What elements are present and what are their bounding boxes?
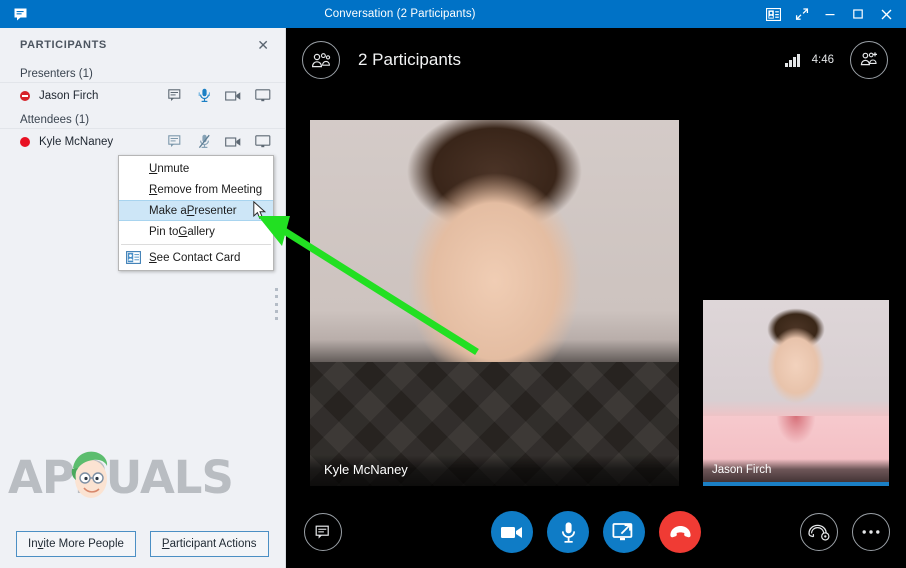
thumbnail-video-name-label: Jason Firch [703, 459, 889, 482]
participants-panel-header: PARTICIPANTS ✕ [0, 28, 285, 62]
close-icon[interactable] [872, 0, 900, 28]
skype-for-business-conversation-window: Conversation (2 Participants) PARTICIPAN… [0, 0, 906, 568]
menu-separator [121, 244, 271, 245]
menu-label-mnemonic: G [178, 225, 188, 238]
handle-dot [274, 309, 278, 313]
menu-label-post: allery [187, 225, 215, 238]
call-devices-icon[interactable] [800, 513, 838, 551]
menu-label-post: emove from Meeting [157, 183, 263, 196]
window-controls [758, 0, 906, 28]
panel-resize-handle[interactable] [272, 286, 280, 322]
participant-actions [167, 134, 271, 149]
invite-label-post: ite More People [43, 538, 124, 550]
callbar-right [800, 513, 890, 551]
video-feed-image [310, 120, 679, 486]
main-video-name-label: Kyle McNaney [310, 455, 679, 486]
participant-actions-button[interactable]: Participant Actions [149, 531, 269, 557]
participants-sidebar: PARTICIPANTS ✕ Presenters (1) Jason Firc… [0, 28, 286, 568]
main-video-tile[interactable]: Kyle McNaney [310, 120, 679, 486]
im-icon[interactable] [167, 134, 184, 149]
sidebar-footer: Invite More People Participant Actions [0, 520, 285, 568]
call-controls-bar [286, 496, 906, 568]
participant-row-kyle-mcnaney[interactable]: Kyle McNaney [0, 128, 285, 154]
im-icon[interactable] [167, 88, 184, 103]
minimize-icon[interactable] [816, 0, 844, 28]
menu-label-mnemonic: U [149, 162, 158, 175]
handle-dot [274, 317, 278, 320]
actions-label-mnemonic: P [161, 538, 170, 550]
end-call-icon[interactable] [659, 511, 701, 553]
video-icon[interactable] [225, 134, 242, 149]
page-title: PARTICIPANTS [20, 39, 107, 51]
dock-contact-card-icon[interactable] [758, 0, 788, 28]
menu-label-post: resenter [194, 204, 237, 217]
video-camera-icon[interactable] [491, 511, 533, 553]
presence-indicator-busy [20, 90, 30, 101]
signal-strength-icon [785, 53, 800, 67]
mic-muted-icon[interactable] [196, 134, 213, 149]
menu-item-remove-from-meeting[interactable]: Remove from Meeting [119, 179, 273, 200]
window-title-bar: Conversation (2 Participants) [0, 0, 906, 28]
menu-item-unmute[interactable]: Unmute [119, 158, 273, 179]
watermark-text: APPUALS [8, 451, 234, 504]
participant-name: Kyle McNaney [39, 135, 114, 148]
share-screen-icon[interactable] [254, 88, 271, 103]
menu-label-post: ee Contact Card [156, 251, 241, 264]
handle-dot [274, 288, 278, 291]
menu-label-mnemonic: S [149, 251, 157, 264]
handle-dot [274, 295, 278, 299]
video-feed-image [703, 300, 889, 482]
microphone-icon[interactable] [547, 511, 589, 553]
full-screen-icon[interactable] [788, 0, 816, 28]
menu-label-post: nmute [157, 162, 190, 175]
actions-label-post: articipant Actions [169, 538, 257, 550]
participant-row-jason-firch[interactable]: Jason Firch [0, 82, 285, 108]
video-icon[interactable] [225, 88, 242, 103]
participants-icon[interactable] [302, 41, 340, 79]
stage-title: 2 Participants [358, 50, 461, 69]
mic-on-icon[interactable] [196, 88, 213, 103]
present-screen-icon[interactable] [603, 511, 645, 553]
maximize-icon[interactable] [844, 0, 872, 28]
group-label-attendees: Attendees (1) [20, 114, 90, 126]
menu-label-mnemonic: R [149, 183, 158, 196]
more-options-icon[interactable] [852, 513, 890, 551]
menu-label-pre: Pin to [149, 225, 179, 238]
stage-header: 2 Participants 4:46 [286, 28, 906, 92]
menu-item-see-contact-card[interactable]: See Contact Card [119, 247, 273, 268]
window-title: Conversation (2 Participants) [324, 8, 476, 20]
contact-card-icon [125, 251, 141, 265]
participant-name: Jason Firch [39, 89, 99, 102]
handle-dot [274, 302, 278, 306]
appuals-watermark: APPUALS [8, 450, 238, 506]
participant-actions [167, 88, 271, 103]
thumbnail-video-tile[interactable]: Jason Firch [703, 300, 889, 486]
video-stage: 2 Participants 4:46 Kyle McNaney Jason F… [286, 28, 906, 568]
presence-indicator-dnd [20, 136, 30, 147]
menu-label-mnemonic: P [186, 204, 195, 217]
im-conversation-icon[interactable] [0, 0, 42, 28]
menu-label-pre: Make a [149, 204, 187, 217]
watermark-mascot-icon [71, 451, 108, 498]
invite-label-pre: In [28, 538, 38, 550]
menu-item-pin-to-gallery[interactable]: Pin to Gallery [119, 221, 273, 242]
share-screen-icon[interactable] [254, 134, 271, 149]
call-timer: 4:46 [811, 54, 834, 66]
menu-item-make-a-presenter[interactable]: Make a Presenter [119, 200, 273, 221]
invite-more-people-button[interactable]: Invite More People [16, 531, 136, 557]
group-label-presenters: Presenters (1) [20, 68, 93, 80]
add-participants-icon[interactable] [850, 41, 888, 79]
participant-context-menu: Unmute Remove from Meeting Make a Presen… [118, 155, 274, 271]
close-panel-icon[interactable]: ✕ [253, 36, 273, 54]
